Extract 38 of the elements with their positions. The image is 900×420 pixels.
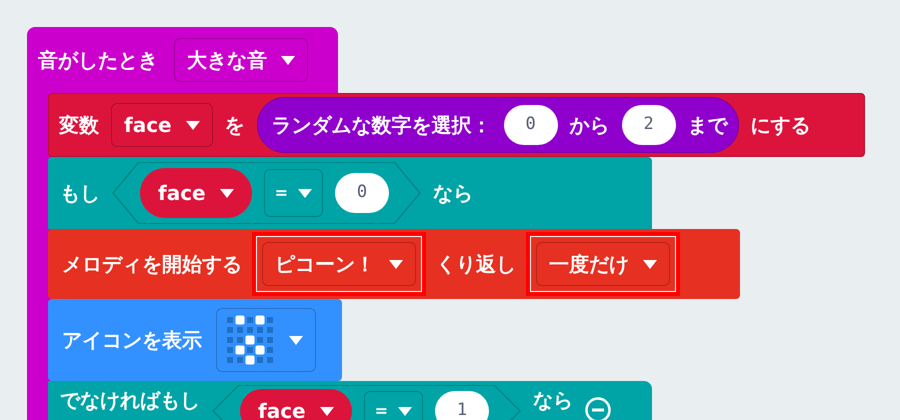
led-grid-icon	[225, 315, 275, 365]
block-label: なら	[433, 180, 474, 207]
variable-dropdown[interactable]: face	[111, 103, 213, 147]
icon-dropdown[interactable]	[216, 308, 316, 372]
number-field[interactable]: 0	[335, 173, 390, 213]
block-label: アイコンを表示	[62, 327, 202, 354]
caret-icon	[320, 406, 334, 416]
sound-dropdown[interactable]: 大きな音	[174, 38, 308, 82]
melody-dropdown[interactable]: ピコーン！	[262, 242, 416, 286]
caret-icon	[389, 260, 403, 268]
operator-dropdown[interactable]: =	[264, 169, 324, 217]
operator-dropdown[interactable]: =	[364, 391, 424, 420]
block-label: から	[570, 112, 610, 139]
number-field[interactable]: 2	[622, 105, 676, 145]
block-label: 変数	[59, 112, 99, 139]
block-label: メロディを開始する	[62, 251, 242, 278]
caret-icon	[220, 188, 234, 198]
number-field[interactable]: 0	[504, 105, 558, 145]
block-label: でなければもし	[60, 387, 200, 414]
repeat-dropdown[interactable]: 一度だけ	[536, 242, 670, 286]
remove-icon[interactable]	[585, 397, 612, 420]
caret-icon	[289, 336, 303, 344]
block-label: くり返し	[436, 251, 516, 278]
caret-icon	[398, 406, 412, 416]
block-label: まで	[688, 112, 728, 139]
number-field[interactable]: 1	[435, 391, 490, 420]
caret-icon	[298, 188, 312, 198]
caret-icon	[281, 56, 295, 64]
block-label: ランダムな数字を選択：	[272, 112, 492, 139]
block-label: もし	[60, 180, 100, 207]
block-label: にする	[750, 112, 811, 139]
caret-icon	[186, 120, 200, 130]
variable-dropdown[interactable]: face	[140, 168, 252, 218]
block-label: なら	[533, 387, 574, 414]
caret-icon	[643, 260, 657, 268]
variable-dropdown[interactable]: face	[240, 389, 352, 420]
block-label: 音がしたとき	[38, 47, 158, 74]
block-label: を	[224, 112, 245, 139]
